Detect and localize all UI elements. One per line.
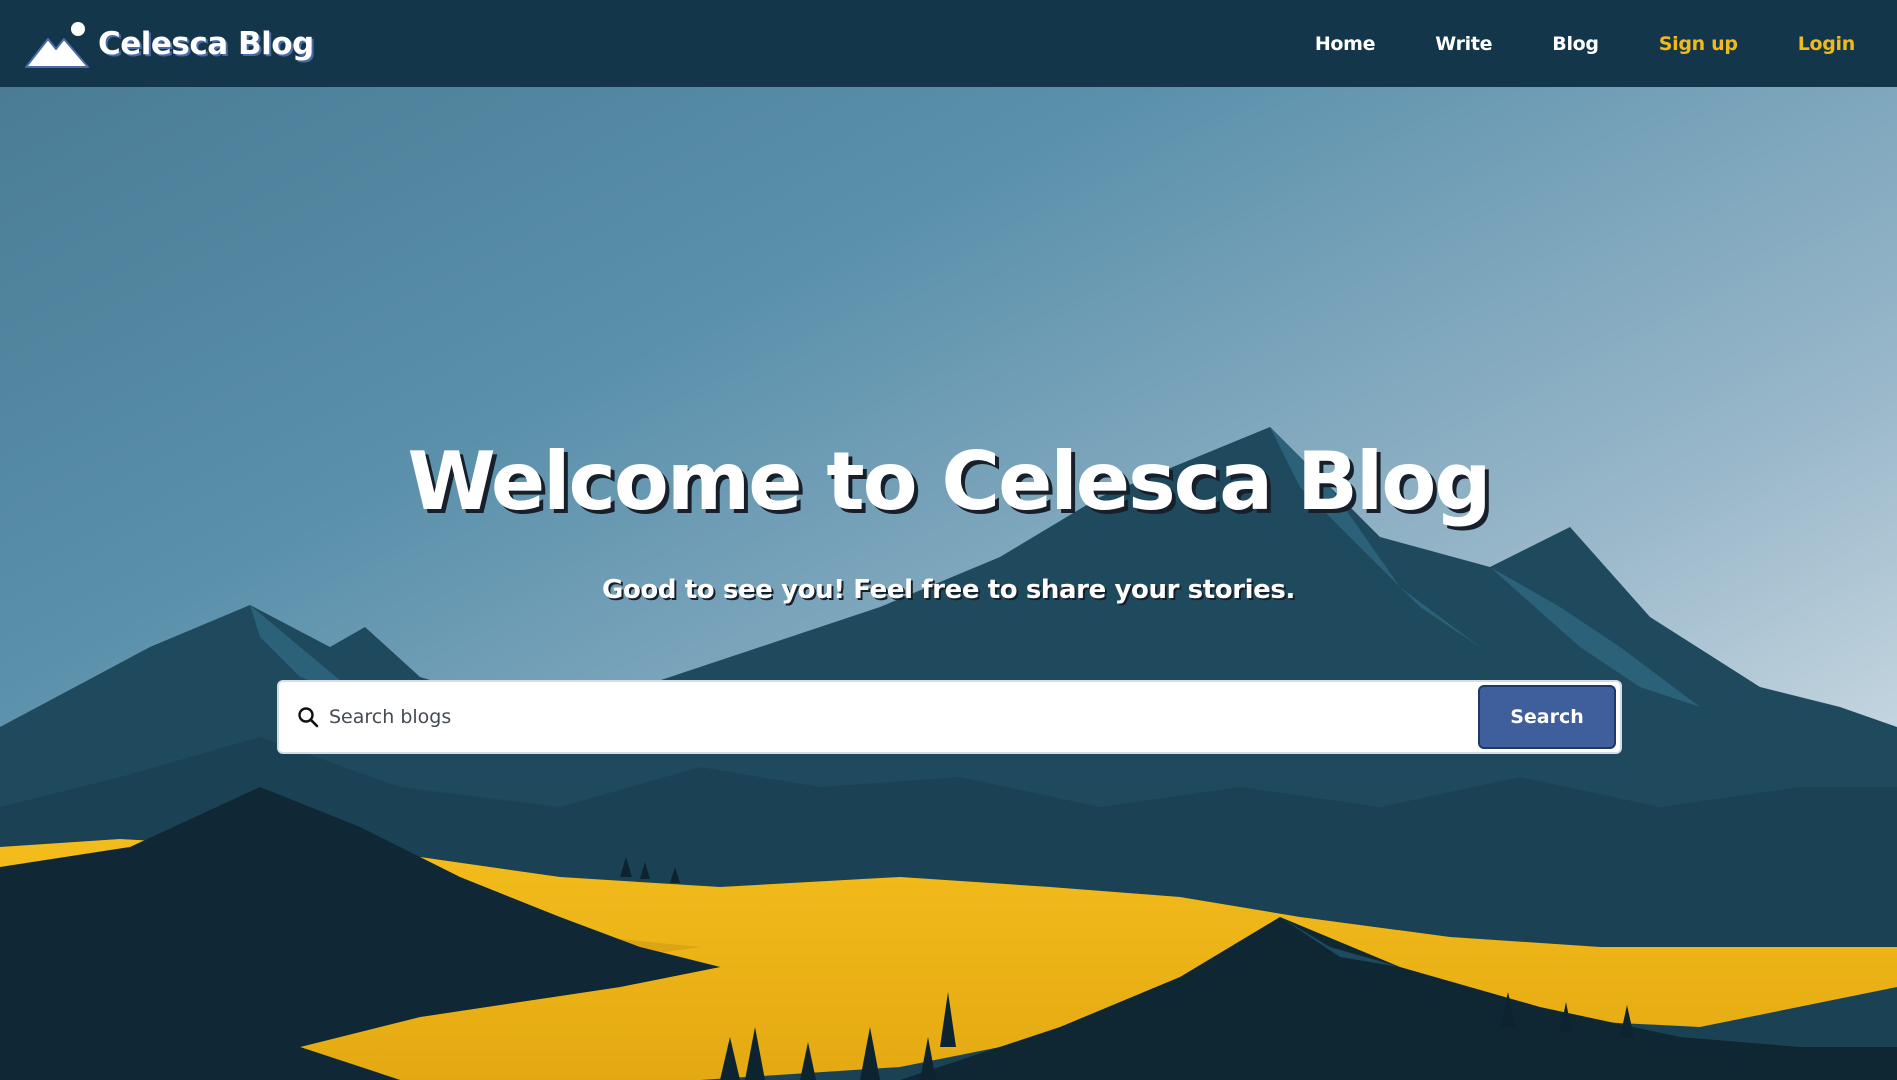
hero-title: Welcome to Celesca Blog	[407, 435, 1491, 528]
search-input[interactable]	[329, 682, 1478, 752]
nav-write-link[interactable]: Write	[1435, 33, 1492, 55]
nav-home-link[interactable]: Home	[1315, 33, 1376, 55]
mountain-logo-icon	[25, 21, 89, 68]
nav-signup-link[interactable]: Sign up	[1659, 33, 1738, 55]
nav-login-link[interactable]: Login	[1798, 33, 1856, 55]
top-navbar: Celesca Blog Home Write Blog Sign up Log…	[0, 0, 1897, 87]
hero-section: Welcome to Celesca Blog Good to see you!…	[0, 87, 1897, 1080]
nav-blog-link[interactable]: Blog	[1552, 33, 1599, 55]
hero-subtitle: Good to see you! Feel free to share your…	[602, 575, 1295, 605]
brand-name: Celesca Blog	[98, 25, 314, 62]
search-button[interactable]: Search	[1478, 685, 1616, 749]
search-icon	[298, 707, 319, 728]
nav-links: Home Write Blog Sign up Login	[1255, 33, 1855, 55]
brand-link[interactable]: Celesca Blog	[24, 17, 314, 71]
search-bar: Search	[277, 680, 1622, 754]
